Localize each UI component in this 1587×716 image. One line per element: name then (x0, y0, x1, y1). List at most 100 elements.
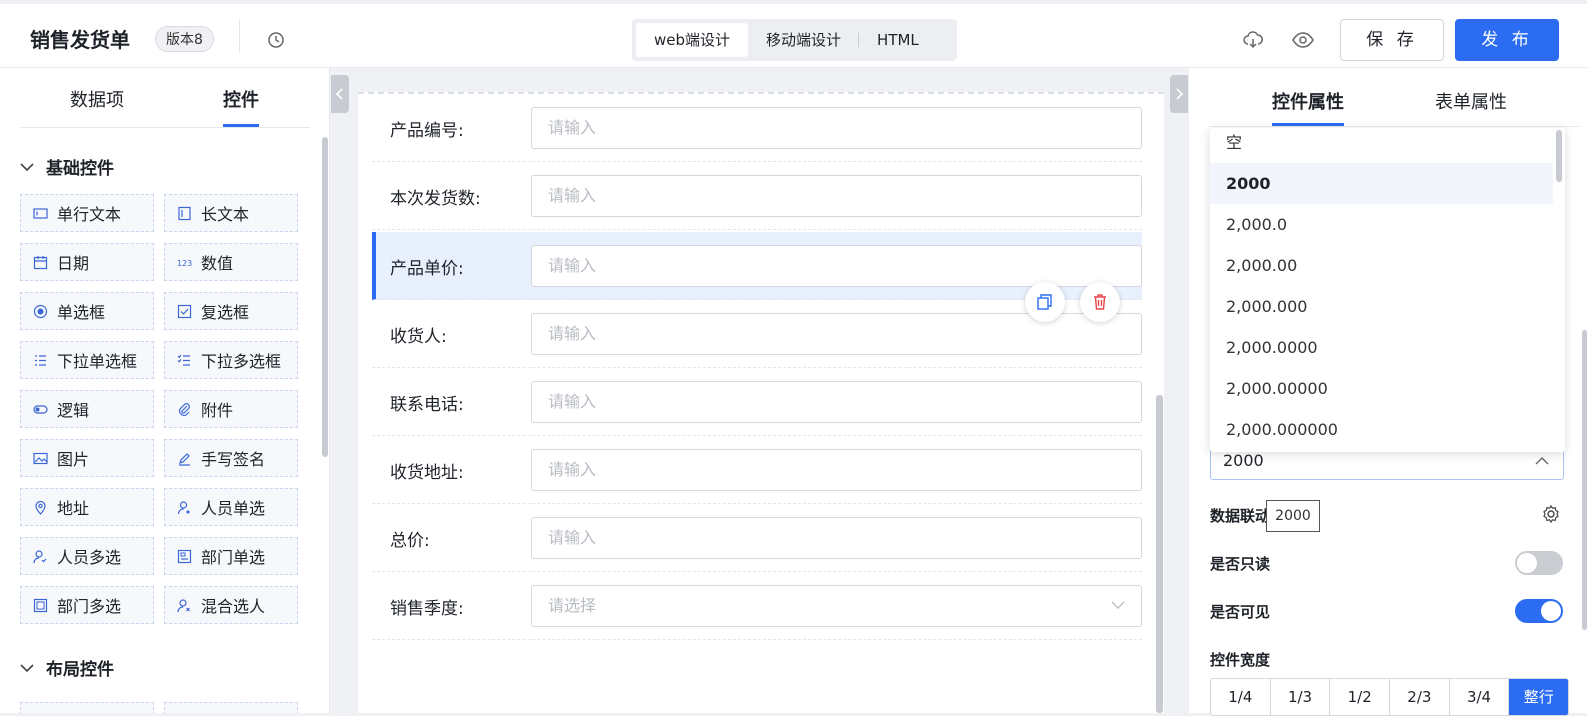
single-line-text-icon (33, 207, 48, 219)
dropdown-option[interactable]: 2,000.000000 (1210, 409, 1553, 450)
form-field-row[interactable]: 联系电话: 请输入 (372, 368, 1142, 436)
tab-controls[interactable]: 控件 (223, 86, 259, 112)
form-field-row[interactable]: 收货地址: 请输入 (372, 436, 1142, 504)
field-input[interactable]: 请输入 (531, 175, 1142, 217)
control-image[interactable]: 图片 (20, 439, 154, 477)
select-placeholder: 请选择 (548, 596, 597, 615)
control-checkbox[interactable]: 复选框 (164, 292, 298, 330)
calendar-icon (33, 255, 48, 269)
width-option-2-3[interactable]: 2/3 (1390, 679, 1450, 715)
gear-icon[interactable] (1541, 504, 1561, 524)
control-layout-partial[interactable] (20, 702, 154, 713)
left-panel-tabs: 数据项 控件 (20, 68, 310, 128)
dropdown-option[interactable]: 2,000.000 (1210, 286, 1553, 327)
control-label: 混合选人 (201, 597, 266, 616)
field-input[interactable]: 请输入 (531, 245, 1142, 287)
form-field-row[interactable]: 产品编号: 请输入 (372, 94, 1142, 162)
dropdown-option[interactable]: 2,000.00 (1210, 245, 1553, 286)
control-dropdown-single[interactable]: 下拉单选框 (20, 341, 154, 379)
form-title: 销售发货单 (30, 28, 130, 52)
control-attachment[interactable]: 附件 (164, 390, 298, 428)
width-option-1-2[interactable]: 1/2 (1330, 679, 1391, 715)
right-panel-scrollbar[interactable] (1582, 330, 1587, 630)
control-department-multi[interactable]: 部门多选 (20, 586, 154, 624)
location-pin-icon (35, 500, 46, 515)
control-user-multi[interactable]: 人员多选 (20, 537, 154, 575)
top-bar: 销售发货单 版本8 web端设计 移动端设计 HTML 保 存 发 布 (0, 0, 1587, 68)
control-label: 逻辑 (57, 401, 90, 420)
form-field-row[interactable]: 总价: 请输入 (372, 504, 1142, 572)
dropdown-option[interactable]: 2,000.0 (1210, 204, 1553, 245)
field-input[interactable]: 请输入 (531, 517, 1142, 559)
copy-icon (1037, 294, 1052, 310)
dropdown-option[interactable]: 2,000.0000 (1210, 327, 1553, 368)
active-tab-indicator (223, 124, 259, 127)
control-user-single[interactable]: 人员单选 (164, 488, 298, 526)
width-option-full-row[interactable]: 整行 (1509, 679, 1568, 715)
divider (239, 20, 240, 52)
control-label: 复选框 (201, 303, 250, 322)
control-width-label: 控件宽度 (1210, 651, 1271, 669)
field-input[interactable]: 请输入 (531, 449, 1142, 491)
width-option-1-3[interactable]: 1/3 (1270, 679, 1331, 715)
history-icon[interactable] (266, 30, 286, 50)
control-number[interactable]: 123 数值 (164, 243, 298, 281)
control-date[interactable]: 日期 (20, 243, 154, 281)
field-label: 联系电话: (390, 395, 464, 415)
value-tooltip: 2000 (1266, 500, 1320, 532)
dropdown-option[interactable]: 2,000.00000 (1210, 368, 1553, 409)
version-badge[interactable]: 版本8 (155, 26, 214, 52)
preview-eye-icon[interactable] (1292, 30, 1314, 50)
field-input[interactable]: 请输入 (531, 381, 1142, 423)
tab-html[interactable]: HTML (859, 23, 937, 57)
form-field-row-selected[interactable]: 产品单价: 请输入 (372, 232, 1142, 300)
canvas-scrollbar[interactable] (1156, 395, 1163, 713)
control-radio[interactable]: 单选框 (20, 292, 154, 330)
field-input[interactable]: 请输入 (531, 107, 1142, 149)
tab-mobile-design[interactable]: 移动端设计 (748, 23, 860, 57)
visible-toggle[interactable] (1515, 599, 1563, 623)
section-basic-controls[interactable]: 基础控件 (20, 154, 114, 179)
left-panel-scrollbar[interactable] (322, 137, 328, 457)
control-logic[interactable]: 逻辑 (20, 390, 154, 428)
readonly-label: 是否只读 (1210, 555, 1271, 573)
collapse-right-panel[interactable] (1170, 75, 1188, 113)
field-label: 销售季度: (390, 599, 464, 619)
control-dropdown-multi[interactable]: 下拉多选框 (164, 341, 298, 379)
cloud-download-icon[interactable] (1242, 29, 1264, 51)
width-option-1-4[interactable]: 1/4 (1211, 679, 1271, 715)
copy-field-button[interactable] (1025, 282, 1065, 322)
toggle-icon (33, 404, 48, 414)
section-label: 布局控件 (46, 660, 114, 680)
publish-button[interactable]: 发 布 (1455, 19, 1559, 61)
tab-form-properties[interactable]: 表单属性 (1435, 88, 1507, 114)
section-layout-controls[interactable]: 布局控件 (20, 655, 114, 680)
save-button[interactable]: 保 存 (1340, 19, 1444, 61)
collapse-left-panel[interactable] (331, 75, 349, 113)
form-field-row[interactable]: 本次发货数: 请输入 (372, 162, 1142, 230)
form-field-row[interactable]: 销售季度: 请选择 (372, 572, 1142, 640)
control-address[interactable]: 地址 (20, 488, 154, 526)
dropdown-option-selected[interactable]: 2000 (1210, 163, 1553, 204)
field-label: 总价: (390, 531, 430, 551)
control-long-text[interactable]: 长文本 (164, 194, 298, 232)
field-select[interactable]: 请选择 (531, 585, 1142, 627)
number-icon: 123 (177, 259, 192, 268)
long-text-icon (178, 206, 191, 220)
tab-web-design[interactable]: web端设计 (636, 23, 749, 57)
delete-field-button[interactable] (1080, 282, 1120, 322)
dropdown-scrollbar[interactable] (1556, 130, 1562, 182)
tab-data-items[interactable]: 数据项 (70, 86, 124, 112)
control-department-single[interactable]: 部门单选 (164, 537, 298, 575)
department-multi-icon (33, 598, 48, 612)
readonly-toggle[interactable] (1515, 551, 1563, 575)
control-single-line-text[interactable]: 单行文本 (20, 194, 154, 232)
control-layout-partial[interactable] (164, 702, 298, 713)
width-option-3-4[interactable]: 3/4 (1449, 679, 1510, 715)
control-user-mixed[interactable]: 混合选人 (164, 586, 298, 624)
control-label: 部门多选 (57, 597, 122, 616)
tab-control-properties[interactable]: 控件属性 (1272, 88, 1344, 114)
field-label: 收货地址: (390, 463, 464, 483)
dropdown-option[interactable]: 空 (1210, 128, 1553, 163)
control-signature[interactable]: 手写签名 (164, 439, 298, 477)
